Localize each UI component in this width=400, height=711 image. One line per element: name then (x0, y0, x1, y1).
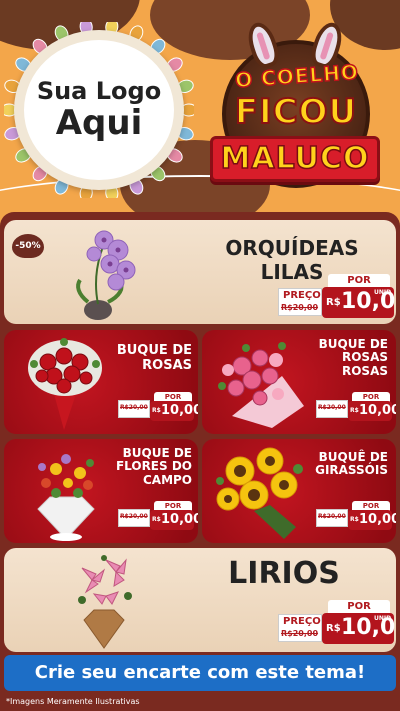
lilies-bouquet-image (78, 555, 132, 649)
product-title: LIRIOS (228, 556, 340, 591)
price-value: 10,00 (359, 512, 396, 527)
old-price-tag: R$20,00 (118, 400, 150, 418)
currency: R$ (152, 516, 161, 523)
old-price-tag: R$20,00 (316, 400, 348, 418)
price-tag: R$ 10,00 (150, 401, 198, 421)
header: Sua Logo Aqui O COELHO FICOU MALUCO (0, 0, 400, 212)
price-tag: R$ 10,00 UNID (322, 613, 396, 644)
old-price-tag: R$20,00 (118, 509, 150, 527)
old-price-tag: R$20,00 (316, 509, 348, 527)
orchid-image (76, 230, 136, 320)
red-roses-bouquet-image (28, 338, 102, 430)
currency: R$ (152, 407, 161, 414)
product-card-buque-rosas-rosas[interactable]: BUQUE DE ROSAS ROSAS R$20,00 POR R$ 10,0… (202, 330, 396, 434)
price-tag: R$ 10,00 (150, 510, 198, 530)
logo-text-line1: Sua Logo (36, 77, 162, 106)
product-card-orquideas[interactable]: -50% ORQUÍDEAS LILAS PREÇO R$20,00 POR R… (4, 220, 396, 324)
product-title: BUQUE DE ROSAS ROSAS (318, 337, 388, 378)
product-title: BUQUE DE FLORES DO CAMPO (115, 446, 192, 487)
unit-label: UNID (374, 615, 392, 622)
currency: R$ (350, 516, 359, 523)
old-price-value: R$20,00 (281, 629, 319, 638)
cta-banner[interactable]: Crie seu encarte com este tema! (4, 655, 396, 691)
old-price-value: R$20,00 (318, 513, 346, 520)
product-card-lirios[interactable]: LIRIOS PREÇO R$20,00 POR R$ 10,00 UNID (4, 548, 396, 652)
price-tag: R$ 10,00 (348, 401, 396, 421)
old-price-tag: PREÇO R$20,00 (278, 288, 322, 316)
product-title: BUQUE DE ROSAS (116, 343, 192, 373)
discount-badge: -50% (12, 234, 44, 258)
price-value: 10,00 (359, 403, 396, 418)
price-tag: R$ 10,00 (348, 510, 396, 530)
product-card-buque-rosas[interactable]: BUQUE DE ROSAS R$20,00 POR R$ 10,00 (4, 330, 198, 434)
product-card-flores-campo[interactable]: BUQUE DE FLORES DO CAMPO R$20,00 POR R$ … (4, 439, 198, 543)
por-label: POR (328, 274, 390, 288)
price-value: 10,00 (161, 403, 198, 418)
emblem-line2: FICOU (234, 91, 358, 133)
product-card-girassois[interactable]: BUQUÊ DE GIRASSÓIS R$20,00 POR R$ 10,00 (202, 439, 396, 543)
easter-emblem: O COELHO FICOU MALUCO (206, 19, 382, 192)
currency: R$ (326, 623, 341, 634)
emblem-ribbon: MALUCO (210, 136, 380, 182)
currency: R$ (350, 407, 359, 414)
pink-roses-bouquet-image (218, 342, 304, 428)
sunflowers-bouquet-image (216, 447, 303, 539)
old-price-tag: PREÇO R$20,00 (278, 614, 322, 642)
price-tag: R$ 10,00 UNID (322, 287, 396, 318)
old-price-label: PREÇO (283, 290, 321, 301)
currency: R$ (326, 297, 341, 308)
logo-text-line2: Aqui (55, 102, 143, 143)
price-value: 10,00 (161, 512, 198, 527)
logo-placeholder: Sua Logo Aqui (14, 30, 184, 190)
old-price-label: PREÇO (283, 616, 321, 627)
footnote: *Imagens Meramente Ilustrativas (6, 697, 140, 706)
por-label: POR (328, 600, 390, 614)
field-flowers-bouquet-image (37, 454, 95, 541)
old-price-value: R$20,00 (281, 303, 319, 312)
old-price-value: R$20,00 (120, 513, 148, 520)
emblem-line3: MALUCO (220, 140, 370, 177)
old-price-value: R$20,00 (120, 404, 148, 411)
product-title: BUQUÊ DE GIRASSÓIS (315, 450, 388, 478)
unit-label: UNID (374, 289, 392, 296)
old-price-value: R$20,00 (318, 404, 346, 411)
